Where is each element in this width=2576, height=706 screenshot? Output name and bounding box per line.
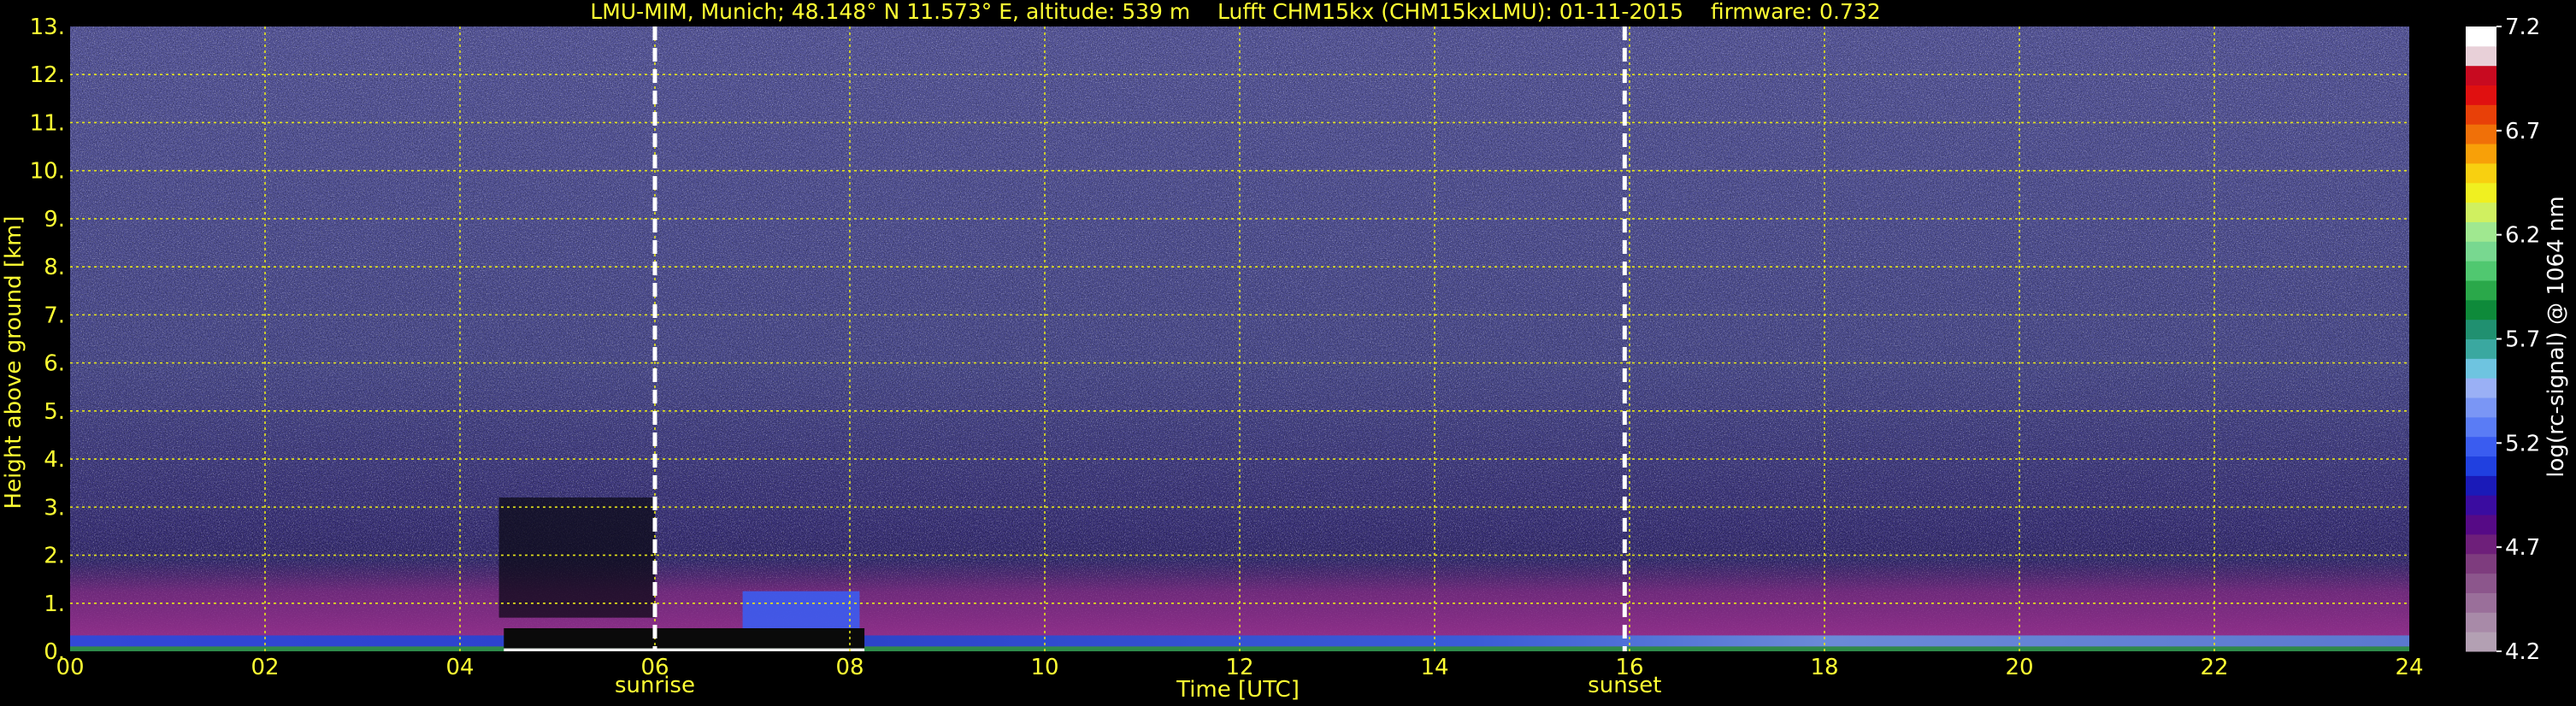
colorbar-swatch <box>2466 533 2496 555</box>
y-tick-label: 6. <box>44 351 65 377</box>
colorbar-swatch <box>2466 26 2496 47</box>
colorbar-tick-label: 5.2 <box>2505 431 2540 456</box>
x-tick-label: 16 <box>1615 655 1643 680</box>
colorbar-swatch <box>2466 495 2496 515</box>
colorbar-tick-label: 6.7 <box>2505 119 2540 144</box>
colorbar-tick-label: 4.2 <box>2505 639 2540 665</box>
colorbar-swatch <box>2466 261 2496 281</box>
y-axis-label: Height above ground [km] <box>1 215 27 509</box>
colorbar-swatch <box>2466 144 2496 164</box>
colorbar-label: log(rc-signal) @ 1064 nm <box>2544 196 2569 477</box>
x-tick-label: 20 <box>2005 655 2033 680</box>
colorbar-swatch <box>2466 45 2496 67</box>
colorbar-swatch <box>2466 592 2496 613</box>
colorbar-swatch <box>2466 279 2496 301</box>
fog-block <box>504 628 865 649</box>
colorbar-swatch <box>2466 612 2496 632</box>
colorbar-swatch <box>2466 475 2496 496</box>
y-tick-label: 7. <box>44 303 65 328</box>
y-tick-label: 2. <box>44 544 65 569</box>
fog-base <box>504 648 865 651</box>
colorbar-tick-label: 5.7 <box>2505 327 2540 353</box>
x-tick-label: 18 <box>1810 655 1838 680</box>
colorbar-swatch <box>2466 241 2496 262</box>
colorbar-swatch <box>2466 319 2496 339</box>
y-tick-label: 11. <box>30 110 65 136</box>
y-tick-label: 3. <box>44 495 65 521</box>
x-tick-label: 14 <box>1420 655 1448 680</box>
y-tick-label: 13. <box>30 15 65 40</box>
x-tick-label: 08 <box>835 655 864 680</box>
colorbar-swatch <box>2466 573 2496 593</box>
low-signal-region <box>498 497 655 618</box>
y-tick-label: 12. <box>30 62 65 88</box>
colorbar-swatch <box>2466 416 2496 438</box>
colorbar-swatch <box>2466 124 2496 144</box>
colorbar-swatch <box>2466 65 2496 86</box>
chart-title: LMU-MIM, Munich; 48.148° N 11.573° E, al… <box>590 0 1880 24</box>
colorbar-swatch <box>2466 553 2496 574</box>
y-tick-label: 1. <box>44 591 65 617</box>
x-tick-label: 02 <box>251 655 279 680</box>
x-axis-label: Time [UTC] <box>1176 677 1300 703</box>
colorbar-tick-label: 6.2 <box>2505 223 2540 249</box>
colorbar-swatch <box>2466 221 2496 242</box>
x-tick-label: 10 <box>1030 655 1058 680</box>
y-tick-label: 5. <box>44 399 65 425</box>
colorbar: 7.2 6.7 6.2 5.7 5.2 4.7 4.2 <box>2466 15 2540 665</box>
y-tick-label: 0. <box>44 639 65 665</box>
colorbar-swatch <box>2466 162 2496 184</box>
colorbar-tick-label: 7.2 <box>2505 15 2540 40</box>
colorbar-swatch <box>2466 632 2496 652</box>
x-tick-label: 04 <box>445 655 474 680</box>
colorbar-tick-label: 4.7 <box>2505 535 2540 561</box>
aerosol-layer <box>742 591 860 633</box>
colorbar-swatch <box>2466 436 2496 457</box>
x-tick-label: 24 <box>2395 655 2423 680</box>
colorbar-swatch <box>2466 299 2496 321</box>
colorbar-swatch <box>2466 182 2496 203</box>
y-tick-label: 8. <box>44 255 65 280</box>
colorbar-swatch <box>2466 378 2496 398</box>
ceilometer-chart: sunrise sunset 00 02 04 06 08 10 12 14 16 18 20 22 24… <box>1 0 2569 703</box>
y-tick-label: 4. <box>44 447 65 473</box>
colorbar-swatch <box>2466 515 2496 535</box>
y-tick-label: 10. <box>30 159 65 185</box>
colorbar-swatch <box>2466 202 2496 222</box>
colorbar-swatch <box>2466 85 2496 105</box>
x-tick-label: 22 <box>2200 655 2228 680</box>
x-tick-label: 06 <box>640 655 669 680</box>
colorbar-swatch <box>2466 456 2496 476</box>
colorbar-swatch <box>2466 104 2496 125</box>
colorbar-swatch <box>2466 358 2496 379</box>
y-tick-label: 9. <box>44 207 65 232</box>
colorbar-swatch <box>2466 397 2496 418</box>
colorbar-swatch <box>2466 338 2496 359</box>
